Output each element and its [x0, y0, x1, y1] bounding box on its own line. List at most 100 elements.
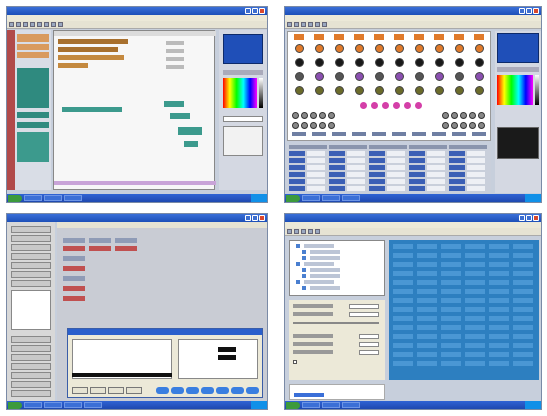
start-button[interactable]	[286, 194, 300, 202]
fixture-tree[interactable]	[289, 240, 385, 296]
table-cell[interactable]	[409, 165, 425, 170]
fixture-icon[interactable]	[451, 112, 458, 119]
table-cell[interactable]	[449, 179, 465, 184]
magenta-fixture-icon[interactable]	[415, 102, 422, 109]
grid-cell[interactable]	[513, 280, 533, 285]
open-icon[interactable]	[16, 22, 21, 27]
grid-cell[interactable]	[441, 289, 461, 294]
fixture-icon[interactable]	[395, 72, 404, 81]
taskbar-item[interactable]	[64, 195, 82, 201]
fixture-icon[interactable]	[435, 72, 444, 81]
copy-icon[interactable]	[37, 22, 42, 27]
fixture-icon[interactable]	[301, 122, 308, 129]
fixture-icon[interactable]	[455, 86, 464, 95]
fixture-icon[interactable]	[455, 44, 464, 53]
tile[interactable]	[89, 246, 111, 251]
cue-bar[interactable]	[58, 39, 128, 44]
grid-cell[interactable]	[465, 289, 485, 294]
table-cell[interactable]	[409, 158, 425, 163]
taskbar-item[interactable]	[322, 402, 340, 408]
grid-cell[interactable]	[513, 325, 533, 330]
fixture-icon[interactable]	[295, 58, 304, 67]
taskbar-item[interactable]	[322, 195, 340, 201]
color-swatch[interactable]	[218, 355, 236, 360]
taskbar-item[interactable]	[44, 402, 62, 408]
fixture-header[interactable]	[294, 34, 304, 40]
table-cell[interactable]	[467, 151, 485, 156]
redo-icon[interactable]	[315, 229, 320, 234]
cue-bar[interactable]	[58, 47, 118, 52]
grid-cell[interactable]	[417, 334, 437, 339]
table-cell[interactable]	[369, 186, 385, 191]
grid-cell[interactable]	[441, 334, 461, 339]
table-cell[interactable]	[449, 186, 465, 191]
grid-cell[interactable]	[465, 361, 485, 366]
cue-node[interactable]	[170, 113, 190, 119]
grid-cell[interactable]	[489, 307, 509, 312]
table-cell[interactable]	[369, 172, 385, 177]
slider-track[interactable]	[293, 322, 379, 324]
table-cell[interactable]	[369, 151, 385, 156]
side-button[interactable]	[11, 336, 51, 343]
grid-cell[interactable]	[393, 307, 413, 312]
track-group[interactable]	[17, 132, 49, 162]
grid-cell[interactable]	[513, 334, 533, 339]
fixture-icon[interactable]	[328, 112, 335, 119]
table-cell[interactable]	[387, 186, 405, 191]
grid-cell[interactable]	[513, 316, 533, 321]
grid-cell[interactable]	[489, 361, 509, 366]
close-icon[interactable]	[533, 215, 539, 221]
dialog-action-button[interactable]	[171, 387, 184, 394]
fixture-icon[interactable]	[319, 112, 326, 119]
table-cell[interactable]	[427, 165, 445, 170]
cue-bar[interactable]	[62, 107, 122, 112]
grid-cell[interactable]	[417, 352, 437, 357]
magenta-fixture-icon[interactable]	[393, 102, 400, 109]
grid-cell[interactable]	[465, 343, 485, 348]
save-icon[interactable]	[301, 22, 306, 27]
table-cell[interactable]	[329, 165, 345, 170]
side-button[interactable]	[11, 262, 51, 269]
play-icon[interactable]	[58, 22, 63, 27]
grid-cell[interactable]	[417, 244, 437, 249]
table-cell[interactable]	[449, 151, 465, 156]
dialog-button[interactable]	[90, 387, 106, 394]
table-cell[interactable]	[449, 165, 465, 170]
taskbar-item[interactable]	[342, 402, 360, 408]
taskbar-item[interactable]	[84, 402, 102, 408]
settings-field[interactable]	[349, 304, 379, 309]
table-cell[interactable]	[307, 186, 325, 191]
fixture-icon[interactable]	[295, 44, 304, 53]
grid-cell[interactable]	[441, 253, 461, 258]
maximize-icon[interactable]	[252, 215, 258, 221]
grid-cell[interactable]	[393, 334, 413, 339]
table-cell[interactable]	[289, 179, 305, 184]
cue-bar[interactable]	[58, 55, 124, 60]
grid-cell[interactable]	[393, 289, 413, 294]
fixture-icon[interactable]	[455, 58, 464, 67]
fixture-icon[interactable]	[292, 122, 299, 129]
grid-cell[interactable]	[465, 298, 485, 303]
new-icon[interactable]	[287, 22, 292, 27]
table-cell[interactable]	[409, 179, 425, 184]
grid-cell[interactable]	[417, 262, 437, 267]
grid-cell[interactable]	[489, 253, 509, 258]
grid-cell[interactable]	[513, 253, 533, 258]
fixture-icon[interactable]	[375, 86, 384, 95]
paste-icon[interactable]	[44, 22, 49, 27]
fixture-icon[interactable]	[469, 112, 476, 119]
grid-cell[interactable]	[489, 289, 509, 294]
grid-cell[interactable]	[417, 316, 437, 321]
new-icon[interactable]	[287, 229, 292, 234]
grid-cell[interactable]	[441, 280, 461, 285]
grid-cell[interactable]	[441, 298, 461, 303]
fixture-header[interactable]	[334, 34, 344, 40]
track-header[interactable]	[17, 112, 49, 118]
grid-cell[interactable]	[489, 298, 509, 303]
taskbar-item[interactable]	[24, 195, 42, 201]
side-button[interactable]	[11, 244, 51, 251]
grid-cell[interactable]	[393, 361, 413, 366]
tree-item[interactable]	[304, 280, 334, 284]
fixture-header[interactable]	[374, 34, 384, 40]
table-cell[interactable]	[289, 172, 305, 177]
